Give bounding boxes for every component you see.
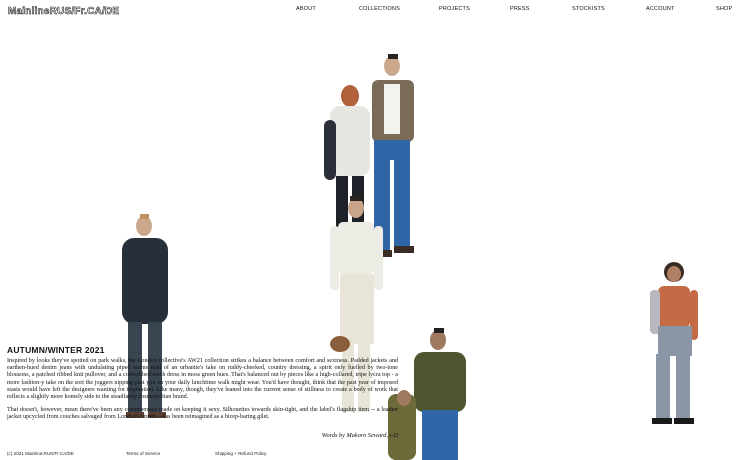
copyright-suffix: :RUS/Fr.CA/DE	[42, 451, 74, 456]
main-nav: ABOUT COLLECTIONS PROJECTS PRESS STOCKIS…	[0, 6, 736, 18]
nav-shop[interactable]: SHOP	[716, 6, 732, 12]
model-figure-rust-top[interactable]	[646, 262, 706, 432]
terms-of-service-link[interactable]: Terms of Service	[126, 451, 160, 456]
model-figure-olive-jacket[interactable]	[388, 328, 470, 460]
nav-about[interactable]: ABOUT	[296, 6, 316, 12]
article-paragraph-2: That doesn't, however, mean there've bee…	[7, 407, 398, 421]
article-body: Inspired by looks they've spotted on par…	[7, 358, 398, 428]
nav-projects[interactable]: PROJECTS	[439, 6, 470, 12]
article-credit: Words by Makoro Seward, i-D	[321, 432, 398, 439]
nav-stockists[interactable]: STOCKISTS	[572, 6, 605, 12]
shipping-refund-link[interactable]: Shipping + Refund Policy	[215, 451, 266, 456]
nav-press[interactable]: PRESS	[510, 6, 530, 12]
copyright-brand-link[interactable]: Mainline	[25, 451, 42, 456]
nav-account[interactable]: ACCOUNT	[646, 6, 675, 12]
nav-collections[interactable]: COLLECTIONS	[359, 6, 400, 12]
copyright-prefix: (c) 2021	[7, 451, 26, 456]
copyright: (c) 2021 Mainline:RUS/Fr.CA/DE	[7, 451, 74, 456]
collection-title: AUTUMN/WINTER 2021	[7, 345, 105, 355]
article-paragraph-1: Inspired by looks they've spotted on par…	[7, 358, 398, 401]
